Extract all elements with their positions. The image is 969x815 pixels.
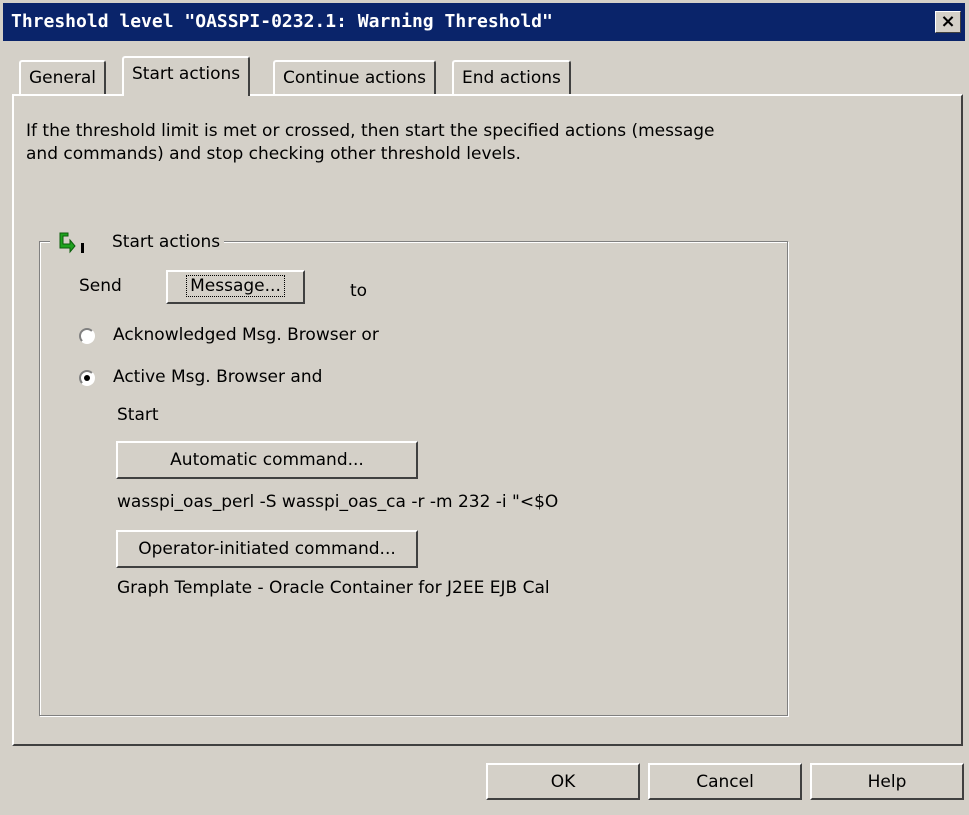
- automatic-command-value: wasspi_oas_perl -S wasspi_oas_ca -r -m 2…: [117, 492, 559, 512]
- radio-active-label[interactable]: Active Msg. Browser and: [113, 367, 322, 387]
- automatic-command-button-label: Automatic command...: [170, 450, 364, 470]
- cancel-button-label: Cancel: [696, 772, 754, 792]
- radio-acknowledged[interactable]: [79, 328, 95, 344]
- tab-general[interactable]: General: [19, 60, 106, 94]
- operator-command-button-label: Operator-initiated command...: [138, 539, 396, 559]
- radio-acknowledged-label[interactable]: Acknowledged Msg. Browser or: [113, 325, 379, 345]
- ok-button-label: OK: [550, 772, 576, 792]
- start-label: Start: [117, 405, 159, 425]
- operator-command-button[interactable]: Operator-initiated command...: [116, 530, 418, 568]
- title-bar[interactable]: Threshold level "OASSPI-0232.1: Warning …: [3, 3, 965, 41]
- green-arrow-icon: [59, 232, 84, 254]
- message-button[interactable]: Message...: [166, 270, 305, 304]
- help-button-label: Help: [867, 772, 907, 792]
- window-title: Threshold level "OASSPI-0232.1: Warning …: [11, 11, 553, 32]
- send-label: Send: [79, 276, 122, 296]
- tab-start-actions-label: Start actions: [132, 64, 241, 84]
- tab-general-label: General: [29, 68, 96, 88]
- cancel-button[interactable]: Cancel: [648, 763, 802, 800]
- tab-start-actions[interactable]: Start actions: [122, 56, 251, 96]
- close-button[interactable]: ×: [935, 11, 961, 33]
- radio-active[interactable]: [79, 370, 95, 386]
- automatic-command-button[interactable]: Automatic command...: [116, 441, 418, 479]
- tab-continue-actions-label: Continue actions: [283, 68, 427, 88]
- tab-continue-actions[interactable]: Continue actions: [273, 60, 437, 94]
- tab-end-actions[interactable]: End actions: [452, 60, 571, 94]
- threshold-level-dialog: Threshold level "OASSPI-0232.1: Warning …: [0, 0, 969, 815]
- tab-end-actions-label: End actions: [462, 68, 561, 88]
- start-actions-group-legend: Start actions: [50, 229, 225, 255]
- description-text: If the threshold limit is met or crossed…: [26, 121, 715, 164]
- to-label: to: [350, 281, 368, 301]
- operator-command-value: Graph Template - Oracle Container for J2…: [117, 578, 550, 598]
- radio-active-dot: [84, 375, 90, 381]
- help-button[interactable]: Help: [810, 763, 964, 800]
- ok-button[interactable]: OK: [486, 763, 640, 800]
- message-button-label: Message...: [186, 275, 285, 297]
- start-actions-group-label: Start actions: [112, 232, 221, 252]
